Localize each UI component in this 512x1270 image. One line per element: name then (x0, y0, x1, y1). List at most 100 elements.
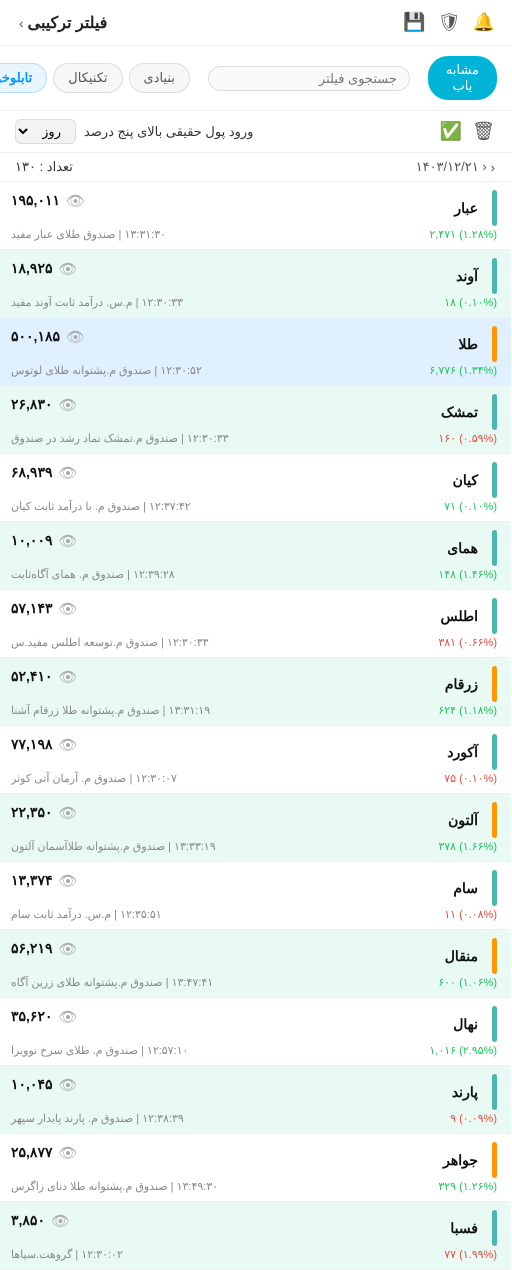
fund-top: طلا 👁 ۵۰۰,۱۸۵ (12, 326, 498, 362)
fund-top: آوند 👁 ۱۸,۹۲۵ (12, 258, 498, 294)
fund-color-bar (493, 190, 498, 226)
similar-search-button[interactable]: مشابه یاب (429, 56, 498, 100)
fund-bottom: ۶۲۴ (۱.۱۸%) ۱۳:۳۱:۱۹ | صندوق م.پشتوانه ط… (12, 704, 498, 717)
eye-icon[interactable]: 👁 (60, 872, 79, 890)
eye-icon[interactable]: 👁 (60, 260, 79, 278)
fund-item[interactable]: فسبا 👁 ۳,۸۵۰ ۷۷ (۱.۹۹%) ۱۲:۳۰:۰۲ | گروهت… (0, 1202, 512, 1270)
tab-bonyadi[interactable]: بنیادی (130, 63, 191, 93)
fund-change: ۳۷۸ (۱.۶۶%) (439, 840, 498, 853)
fund-main: تمشک 👁 ۲۶,۸۳۰ ۱۶۰ (۰.۵۹%) ۱۲:۳۰:۳۳ | صند… (12, 394, 498, 445)
eye-icon[interactable]: 👁 (60, 1008, 79, 1026)
fund-bottom: ۷۱ (۰.۱۰%) ۱۲:۳۷:۴۲ | صندوق م. با درآمد … (12, 500, 498, 513)
fund-item[interactable]: کیان 👁 ۶۸,۹۳۹ ۷۱ (۰.۱۰%) ۱۲:۳۷:۴۲ | صندو… (0, 454, 512, 522)
fund-color-bar (493, 462, 498, 498)
eye-icon[interactable]: 👁 (60, 736, 79, 754)
fund-list: عبار 👁 ۱۹۵,۰۱۱ ۲,۴۷۱ (۱.۲۸%) ۱۳:۳۱:۳۰ | … (0, 182, 512, 1270)
fund-main: فسبا 👁 ۳,۸۵۰ ۷۷ (۱.۹۹%) ۱۲:۳۰:۰۲ | گروهت… (12, 1210, 498, 1261)
tab-tablokhani[interactable]: تابلوخوانی (0, 63, 48, 93)
fund-color-bar (493, 666, 498, 702)
fund-value: ۵۰۰,۱۸۵ (12, 328, 61, 345)
fund-desc: ۱۳:۳۳:۱۹ | صندوق م.پشتوانه طلاآسمان آلتو… (12, 840, 217, 853)
fund-item[interactable]: آکورد 👁 ۷۷,۱۹۸ ۷۵ (۰.۱۰%) ۱۲:۳۰:۰۷ | صند… (0, 726, 512, 794)
fund-item[interactable]: نهال 👁 ۳۵,۶۲۰ ۱,۰۱۶ (۲.۹۵%) ۱۲:۵۷:۱۰ | ص… (0, 998, 512, 1066)
eye-icon[interactable]: 👁 (60, 396, 79, 414)
fund-item[interactable]: زرقام 👁 ۵۲,۴۱۰ ۶۲۴ (۱.۱۸%) ۱۳:۳۱:۱۹ | صن… (0, 658, 512, 726)
fund-item[interactable]: اطلس 👁 ۵۷,۱۴۳ ۳۸۱ (۰.۶۶%) ۱۲:۳۰:۳۳ | صند… (0, 590, 512, 658)
fund-main: آکورد 👁 ۷۷,۱۹۸ ۷۵ (۰.۱۰%) ۱۲:۳۰:۰۷ | صند… (12, 734, 498, 785)
fund-name: آکورد (448, 744, 479, 761)
chevron-icon: › (20, 15, 25, 31)
fund-top: همای 👁 ۱۰,۰۰۹ (12, 530, 498, 566)
eye-icon[interactable]: 👁 (60, 532, 79, 550)
fund-desc: ۱۲:۳۹:۲۸ | صندوق م. همای آگاه‌ثابت (12, 568, 176, 581)
search-input[interactable] (222, 71, 398, 86)
fund-color-bar (493, 598, 498, 634)
fund-main: نهال 👁 ۳۵,۶۲۰ ۱,۰۱۶ (۲.۹۵%) ۱۲:۵۷:۱۰ | ص… (12, 1006, 498, 1057)
eye-icon[interactable]: 👁 (52, 1212, 71, 1230)
fund-top: سام 👁 ۱۳,۳۷۴ (12, 870, 498, 906)
eye-icon[interactable]: 👁 (60, 1076, 79, 1094)
fund-main: آلتون 👁 ۲۲,۳۵۰ ۳۷۸ (۱.۶۶%) ۱۳:۳۳:۱۹ | صن… (12, 802, 498, 853)
fund-bottom: ۷۵ (۰.۱۰%) ۱۲:۳۰:۰۷ | صندوق م. آرمان آتی… (12, 772, 498, 785)
fund-desc: ۱۲:۳۵:۵۱ | م.س. درآمد ثابت سام (12, 908, 163, 921)
fund-value: ۲۲,۳۵۰ (12, 804, 54, 821)
eye-icon[interactable]: 👁 (60, 1144, 79, 1162)
stats-count: تعداد : ۱۳۰ (16, 159, 74, 175)
bell-icon[interactable]: 🔔 (474, 12, 496, 33)
fund-item[interactable]: آلتون 👁 ۲۲,۳۵۰ ۳۷۸ (۱.۶۶%) ۱۳:۳۳:۱۹ | صن… (0, 794, 512, 862)
fund-change: ۹ (۰.۰۹%) (451, 1112, 498, 1125)
fund-value: ۱۰,۰۴۵ (12, 1076, 54, 1093)
eye-icon[interactable]: 👁 (60, 600, 79, 618)
eye-icon[interactable]: 👁 (60, 940, 79, 958)
tab-technical[interactable]: تکنیکال (54, 63, 123, 93)
fund-top: نهال 👁 ۳۵,۶۲۰ (12, 1006, 498, 1042)
header: 🔔 🛡 💾 فیلتر ترکیبی › (0, 0, 512, 46)
eye-icon[interactable]: 👁 (67, 192, 86, 210)
day-select[interactable]: روز (16, 119, 77, 144)
fund-item[interactable]: پارند 👁 ۱۰,۰۴۵ ۹ (۰.۰۹%) ۱۲:۳۸:۳۹ | صندو… (0, 1066, 512, 1134)
fund-bottom: ۶۰۰ (۱.۰۶%) ۱۳:۴۷:۴۱ | صندوق م.پشتوانه ط… (12, 976, 498, 989)
fund-main: اطلس 👁 ۵۷,۱۴۳ ۳۸۱ (۰.۶۶%) ۱۲:۳۰:۳۳ | صند… (12, 598, 498, 649)
fund-item[interactable]: طلا 👁 ۵۰۰,۱۸۵ ۶,۷۷۶ (۱.۳۴%) ۱۲:۳۰:۵۲ | ص… (0, 318, 512, 386)
fund-item[interactable]: عبار 👁 ۱۹۵,۰۱۱ ۲,۴۷۱ (۱.۲۸%) ۱۳:۳۱:۳۰ | … (0, 182, 512, 250)
filter-text-row: ورود پول حقیقی بالای پنج درصد روز (16, 119, 431, 144)
fund-change: ۳۲۹ (۱.۲۶%) (439, 1180, 498, 1193)
fund-color-bar (493, 530, 498, 566)
fund-name: کیان (454, 472, 479, 489)
fund-main: همای 👁 ۱۰,۰۰۹ ۱۴۸ (۱.۴۶%) ۱۲:۳۹:۲۸ | صند… (12, 530, 498, 581)
fund-item[interactable]: تمشک 👁 ۲۶,۸۳۰ ۱۶۰ (۰.۵۹%) ۱۲:۳۰:۳۳ | صند… (0, 386, 512, 454)
fund-main: سام 👁 ۱۳,۳۷۴ ۱۱ (۰.۰۸%) ۱۲:۳۵:۵۱ | م.س. … (12, 870, 498, 921)
filter-description: ورود پول حقیقی بالای پنج درصد (85, 124, 254, 140)
fund-name: منقال (446, 948, 479, 965)
fund-bottom: ۱,۰۱۶ (۲.۹۵%) ۱۲:۵۷:۱۰ | صندوق م. طلای س… (12, 1044, 498, 1057)
fund-desc: ۱۲:۳۰:۰۷ | صندوق م. آرمان آتی کوثر (12, 772, 178, 785)
fund-desc: ۱۲:۳۸:۳۹ | صندوق م. پارند پایدار سپهر (12, 1112, 185, 1125)
fund-name: فسبا (451, 1220, 479, 1237)
fund-name: اطلس (441, 608, 479, 625)
eye-icon[interactable]: 👁 (67, 328, 86, 346)
fund-change: ۱۱ (۰.۰۸%) (445, 908, 498, 921)
eye-icon[interactable]: 👁 (60, 804, 79, 822)
check-icon[interactable]: ✅ (441, 121, 463, 142)
fund-item[interactable]: همای 👁 ۱۰,۰۰۹ ۱۴۸ (۱.۴۶%) ۱۲:۳۹:۲۸ | صند… (0, 522, 512, 590)
fund-main: جواهر 👁 ۲۵,۸۷۷ ۳۲۹ (۱.۲۶%) ۱۳:۴۹:۳۰ | صن… (12, 1142, 498, 1193)
fund-desc: ۱۳:۴۹:۳۰ | صندوق م.پشتوانه طلا دنای زاگر… (12, 1180, 219, 1193)
fund-item[interactable]: آوند 👁 ۱۸,۹۲۵ ۱۸ (۰.۱۰%) ۱۲:۳۰:۳۳ | م.س.… (0, 250, 512, 318)
eye-icon[interactable]: 👁 (60, 464, 79, 482)
save-icon[interactable]: 💾 (404, 12, 426, 33)
trash-icon[interactable]: 🗑 (473, 121, 496, 142)
fund-desc: ۱۲:۳۷:۴۲ | صندوق م. با درآمد ثابت کیان (12, 500, 192, 513)
fund-top: زرقام 👁 ۵۲,۴۱۰ (12, 666, 498, 702)
fund-change: ۶۰۰ (۱.۰۶%) (439, 976, 498, 989)
fund-item[interactable]: منقال 👁 ۵۶,۲۱۹ ۶۰۰ (۱.۰۶%) ۱۳:۴۷:۴۱ | صن… (0, 930, 512, 998)
fund-color-bar (493, 1006, 498, 1042)
fund-item[interactable]: جواهر 👁 ۲۵,۸۷۷ ۳۲۹ (۱.۲۶%) ۱۳:۴۹:۳۰ | صن… (0, 1134, 512, 1202)
shield-icon[interactable]: 🛡 (439, 12, 462, 33)
fund-bottom: ۶,۷۷۶ (۱.۳۴%) ۱۲:۳۰:۵۲ | صندوق م.پشتوانه… (12, 364, 498, 377)
eye-icon[interactable]: 👁 (60, 668, 79, 686)
fund-value: ۷۷,۱۹۸ (12, 736, 54, 753)
fund-name: پارند (453, 1084, 479, 1101)
fund-desc: ۱۲:۳۰:۰۲ | گروهت.سیاها (12, 1248, 124, 1261)
fund-bottom: ۱۶۰ (۰.۵۹%) ۱۲:۳۰:۳۳ | صندوق م.تمشک نماد… (12, 432, 498, 445)
fund-item[interactable]: سام 👁 ۱۳,۳۷۴ ۱۱ (۰.۰۸%) ۱۲:۳۵:۵۱ | م.س. … (0, 862, 512, 930)
